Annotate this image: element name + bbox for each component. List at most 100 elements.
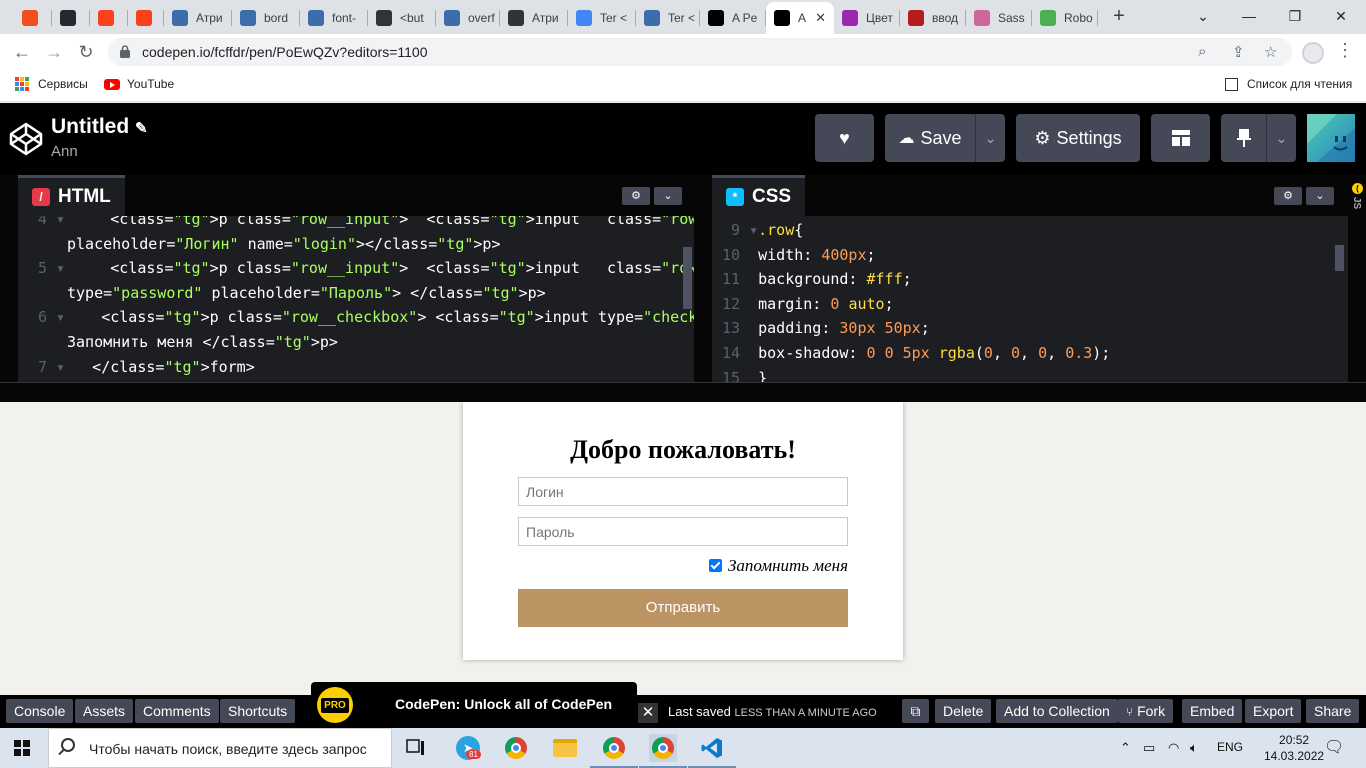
password-input[interactable] [518,517,848,546]
maximize-button[interactable]: ❐ [1272,4,1318,28]
css-editor[interactable]: * CSS ⚙ ⌄ 9 ▾.row{10 width: 400px; 11 bac… [712,175,1348,382]
codepen-logo-icon[interactable] [8,121,44,157]
browser-tab[interactable] [52,4,90,32]
embed-button[interactable]: Embed [1182,699,1243,723]
console-button[interactable]: Console [6,699,74,723]
browser-tab[interactable]: overf [436,4,500,32]
chrome-taskbar-icon-3[interactable] [639,734,687,768]
code-line[interactable]: 4 ▾ <class="tg">p class="row__input"> <c… [38,216,694,232]
comments-button[interactable]: Comments [135,699,219,723]
forward-arrow-icon[interactable]: → [44,42,64,62]
vscode-icon[interactable] [688,734,736,768]
code-line[interactable]: 9 ▾.row{ [722,218,803,243]
bookmark-star-icon[interactable]: ☆ [1264,43,1277,61]
js-collapsed-panel[interactable]: ( JS [1348,175,1366,382]
save-button[interactable]: ☁ Save [885,114,975,162]
browser-tab[interactable]: Атри [164,4,232,32]
chevron-down-icon[interactable]: ⌄ [654,187,682,205]
code-line[interactable]: 5 ▾ <class="tg">p class="row__input"> <c… [38,256,694,281]
code-line[interactable]: type="password" placeholder="Пароль"> </… [67,281,546,306]
code-line[interactable]: 15 } [722,366,767,382]
fork-button[interactable]: ⑂ Fork [1118,699,1174,723]
minimize-button[interactable]: — [1226,4,1272,28]
login-input[interactable] [518,477,848,506]
notifications-icon[interactable]: 🗨︎ [1324,737,1344,757]
pen-title[interactable]: Untitled ✎ [51,115,148,139]
pencil-icon[interactable]: ✎ [135,120,148,137]
css-code-area[interactable]: 9 ▾.row{10 width: 400px; 11 background: #… [712,216,1348,382]
settings-button[interactable]: ⚙ Settings [1016,114,1140,162]
assets-button[interactable]: Assets [75,699,134,723]
open-external-button[interactable]: ⧉ [902,699,929,723]
youtube-bookmark[interactable]: YouTube [104,77,174,91]
pro-promo-banner[interactable]: PRO CodePen: Unlock all of CodePen [311,682,637,728]
chrome-taskbar-icon-2[interactable] [590,734,638,768]
html-scrollbar[interactable] [683,247,692,309]
browser-tab[interactable]: Robo [1032,4,1098,32]
code-line[interactable]: 6 ▾ <class="tg">p class="row__checkbox">… [38,305,694,330]
browser-tab[interactable] [14,4,52,32]
shortcuts-button[interactable]: Shortcuts [220,699,296,723]
code-line[interactable]: placeholder="Логин" name="login"></class… [67,232,501,257]
browser-tab[interactable]: A Pe [700,4,766,32]
browser-tab[interactable]: ввод [900,4,966,32]
gear-icon[interactable]: ⚙ [1274,187,1302,205]
promo-close-icon[interactable]: ✕ [638,703,658,723]
save-dropdown-button[interactable]: ⌄ [975,114,1005,162]
pen-author[interactable]: Ann [51,143,78,160]
windows-start-icon[interactable] [14,740,30,756]
html-tab[interactable]: / HTML [18,175,125,216]
reading-list-bookmark[interactable]: Список для чтения [1225,77,1352,91]
code-line[interactable]: 11 background: #fff; [722,267,912,292]
menu-kebab-icon[interactable]: ⋮ [1336,40,1354,61]
new-tab-button[interactable]: + [1108,6,1130,28]
telegram-icon[interactable]: ➤ 81 [454,734,482,762]
editor-divider[interactable] [694,175,712,382]
gear-icon[interactable]: ⚙ [622,187,650,205]
tab-close-icon[interactable]: ✕ [815,10,826,26]
code-line[interactable]: 7 ▾ </class="tg">form> [38,355,255,380]
code-line[interactable]: Запомнить меня </class="tg">p> [67,330,338,355]
browser-tab[interactable] [90,4,128,32]
profile-avatar[interactable] [1302,42,1324,64]
back-arrow-icon[interactable]: ← [12,42,32,62]
code-line[interactable]: 10 width: 400px; [722,243,876,268]
code-line[interactable]: 14 box-shadow: 0 0 5px rgba(0, 0, 0, 0.3… [722,341,1110,366]
browser-tab[interactable]: <but [368,4,436,32]
taskbar-search[interactable]: Чтобы начать поиск, введите здесь запрос [48,728,392,768]
task-view-icon[interactable] [402,734,430,762]
user-avatar[interactable] [1307,114,1355,162]
share-button[interactable]: Share [1306,699,1360,723]
export-button[interactable]: Export [1245,699,1302,723]
editor-resizer[interactable] [0,382,1366,402]
pin-dropdown-button[interactable]: ⌄ [1266,114,1296,162]
delete-button[interactable]: Delete [935,699,992,723]
add-to-collection-button[interactable]: Add to Collection [996,699,1118,723]
layout-button[interactable] [1151,114,1210,162]
browser-tab[interactable]: bord [232,4,300,32]
browser-tab[interactable]: font- [300,4,368,32]
chevron-down-icon[interactable]: ⌄ [1306,187,1334,205]
language-indicator[interactable]: ENG [1217,740,1243,754]
pin-button[interactable] [1221,114,1266,162]
css-scrollbar[interactable] [1335,245,1344,271]
browser-tab[interactable]: Ter < [568,4,636,32]
css-tab[interactable]: * CSS [712,175,806,216]
browser-tab[interactable]: Sass [966,4,1032,32]
html-code-area[interactable]: 4 ▾ <class="tg">p class="row__input"> <c… [18,216,694,382]
code-line[interactable]: 13 padding: 30px 50px; [722,316,930,341]
browser-tab[interactable] [128,4,164,32]
code-line[interactable]: 12 margin: 0 auto; [722,292,894,317]
html-editor[interactable]: / HTML ⚙ ⌄ 4 ▾ <class="tg">p class="row_… [18,175,694,382]
battery-icon[interactable]: ▭ [1143,740,1155,756]
tray-chevron-up-icon[interactable]: ⌃ [1120,740,1131,756]
close-window-button[interactable]: ✕ [1318,4,1364,28]
remember-checkbox[interactable] [708,559,722,572]
file-explorer-icon[interactable] [551,734,579,762]
browser-tab[interactable]: Ter < [636,4,700,32]
zoom-icon[interactable]: ⌕ [1198,43,1206,60]
love-button[interactable]: ♥ [815,114,874,162]
submit-button[interactable]: Отправить [518,589,848,627]
chrome-taskbar-icon[interactable] [502,734,530,762]
volume-icon[interactable]: 🔈︎ [1190,740,1198,756]
